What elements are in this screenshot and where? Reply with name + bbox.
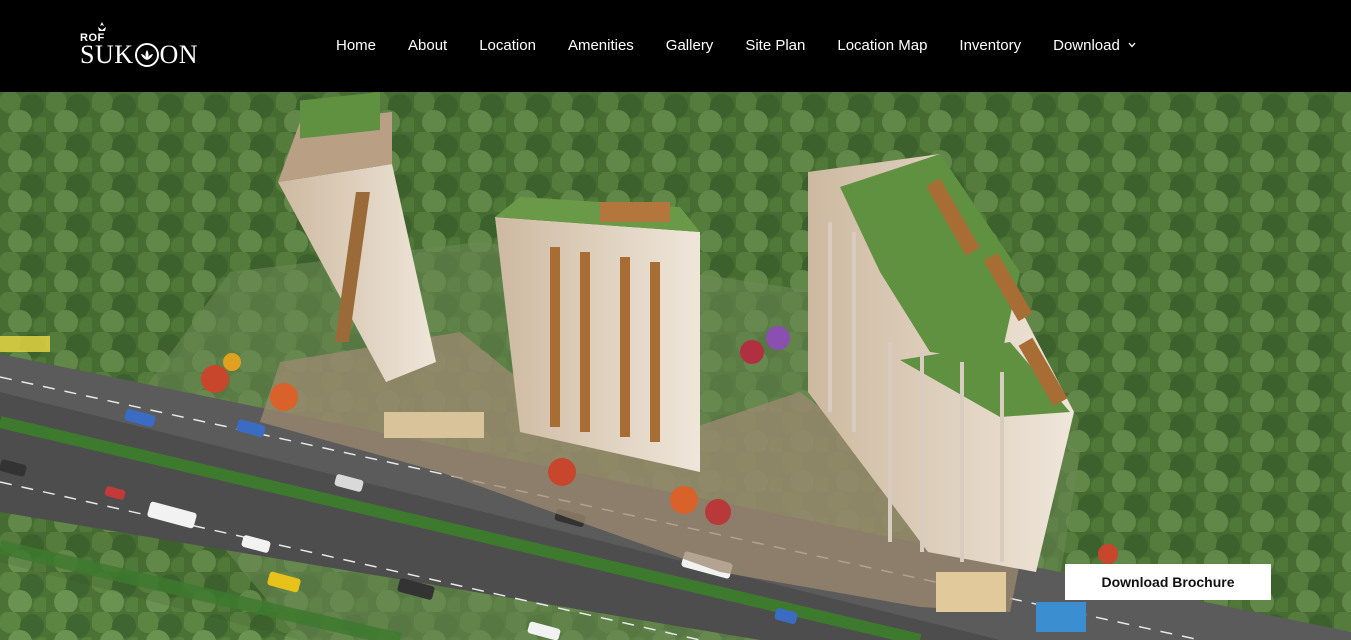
nav-home-label: Home <box>336 36 377 54</box>
nav-amenities[interactable]: Amenities <box>568 37 634 54</box>
nav-about[interactable]: About <box>408 37 447 54</box>
brand-name: SUK ON <box>80 42 198 68</box>
site-header: ROF SUK ON Home About Location Amenities… <box>0 0 1351 92</box>
hero-aerial-image <box>0 92 1351 640</box>
nav-download-label: Download <box>1053 36 1120 54</box>
nav-inventory-label: Inventory <box>959 36 1022 54</box>
nav-about-label: About <box>408 36 448 54</box>
nav-site-plan-label: Site Plan <box>745 36 806 54</box>
nav-location-label: Location <box>479 36 536 54</box>
crown-icon <box>98 22 106 31</box>
nav-gallery-label: Gallery <box>665 36 714 54</box>
brand-logo[interactable]: ROF SUK ON <box>80 22 220 72</box>
brand-name-left: SUK <box>80 40 134 69</box>
nav-gallery[interactable]: Gallery <box>666 37 714 54</box>
nav-location-map[interactable]: Location Map <box>837 37 927 54</box>
chevron-down-icon <box>1128 42 1136 48</box>
nav-site-plan[interactable]: Site Plan <box>745 37 805 54</box>
nav-download[interactable]: Download <box>1053 37 1136 54</box>
nav-home[interactable]: Home <box>336 37 376 54</box>
main-nav: Home About Location Amenities Gallery Si… <box>336 34 1136 56</box>
nav-location[interactable]: Location <box>479 37 536 54</box>
nav-inventory[interactable]: Inventory <box>959 37 1021 54</box>
brand-name-right: ON <box>159 40 199 69</box>
lotus-icon <box>134 43 159 67</box>
download-brochure-button[interactable]: Download Brochure <box>1065 564 1271 600</box>
nav-location-map-label: Location Map <box>837 36 928 54</box>
nav-amenities-label: Amenities <box>567 36 634 54</box>
hero-section: Download Brochure <box>0 92 1351 640</box>
